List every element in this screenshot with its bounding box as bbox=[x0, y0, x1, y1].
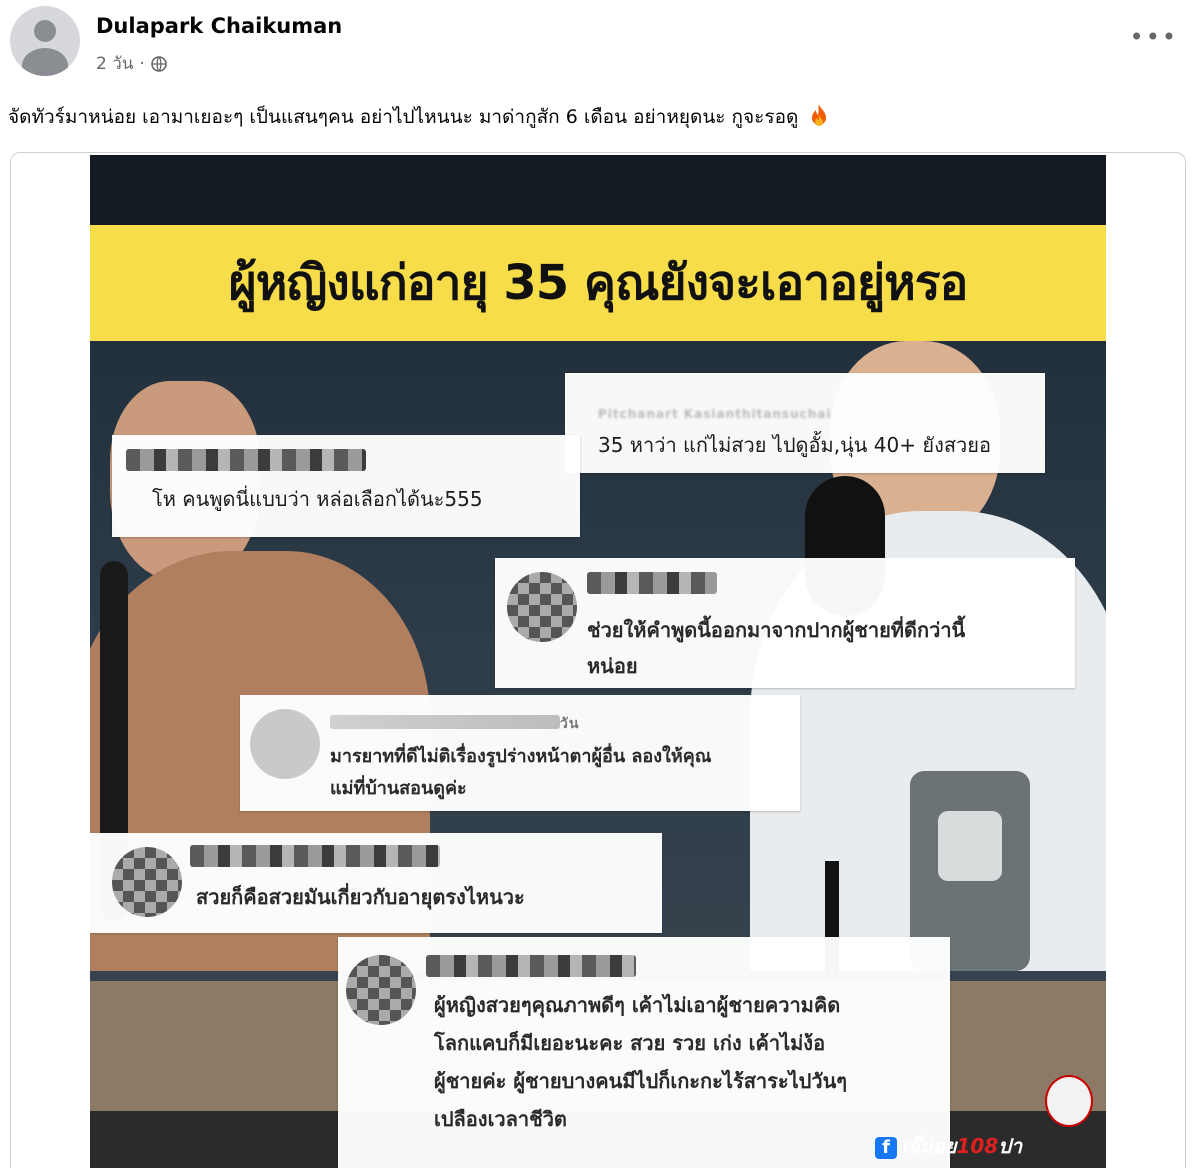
caption-text: จัดทัวร์มาหน่อย เอามาเยอะๆ เป็นแสนๆคน อย… bbox=[8, 106, 799, 128]
author-avatar[interactable] bbox=[10, 6, 80, 76]
meta-separator: · bbox=[139, 53, 145, 74]
watermark-prefix: เจ๊มอย bbox=[901, 1134, 957, 1158]
watermark-number: 108 bbox=[956, 1134, 999, 1158]
comment-card-1: Pitchanart Kasianthitansuchai 35 หาว่า แ… bbox=[565, 373, 1045, 473]
comment-card-5: สวยก็คือสวยมันเกี่ยวกับอายุตรงไหนวะ bbox=[90, 833, 662, 933]
post-image[interactable]: ผู้หญิงแก่อายุ 35 คุณยังจะเอาอยู่หรอ Pit… bbox=[90, 155, 1106, 1168]
comment-1-text: 35 หาว่า แก่ไม่สวย ไปดูอั้ม,นุ่น 40+ ยัง… bbox=[598, 433, 992, 457]
comment-card-6: ผู้หญิงสวยๆคุณภาพดีๆ เค้าไม่เอาผู้ชายควา… bbox=[338, 937, 950, 1168]
post-meta: 2 วัน · bbox=[96, 50, 167, 77]
more-options-icon[interactable]: ••• bbox=[1130, 25, 1178, 49]
comment-4-line-2: แม่ที่บ้านสอนดูค่ะ bbox=[330, 778, 467, 799]
comment-6-line-4: เปลืองเวลาชีวิต bbox=[434, 1107, 567, 1131]
comment-3-line-2: หน่อย bbox=[587, 654, 638, 678]
comment-6-name-blurred bbox=[426, 955, 636, 977]
post-time[interactable]: 2 วัน bbox=[96, 50, 133, 77]
fire-icon bbox=[812, 104, 827, 126]
comment-3-avatar-blurred bbox=[507, 572, 577, 642]
comment-5-text: สวยก็คือสวยมันเกี่ยวกับอายุตรงไหนวะ bbox=[196, 885, 525, 909]
watermark-suffix: ปา bbox=[998, 1134, 1023, 1158]
comment-card-3: ช่วยให้คำพูดนี้ออกมาจากปากผู้ชายที่ดีกว่… bbox=[495, 558, 1075, 688]
globe-icon[interactable] bbox=[150, 55, 167, 72]
post-caption: จัดทัวร์มาหน่อย เอามาเยอะๆ เป็นแสนๆคน อย… bbox=[8, 102, 830, 132]
post-header: Dulapark Chaikuman 2 วัน · ••• bbox=[0, 0, 1200, 90]
comment-6-line-2: โลกแคบก็มีเยอะนะคะ สวย รวย เก่ง เค้าไม่ง… bbox=[434, 1031, 826, 1055]
comment-4-avatar-blurred bbox=[250, 709, 320, 779]
comment-2-name-blurred bbox=[126, 449, 366, 471]
watermark: f เจ๊มอย108ปา bbox=[875, 1130, 1022, 1162]
comment-card-2: โห คนพูดนี่แบบว่า หล่อเลือกได้นะ555 bbox=[112, 435, 580, 537]
watermark-mascot-badge bbox=[1045, 1075, 1093, 1127]
comment-4-time: วัน bbox=[560, 716, 580, 732]
author-name[interactable]: Dulapark Chaikuman bbox=[96, 14, 342, 38]
avatar-body bbox=[22, 48, 68, 76]
camera-lens bbox=[938, 811, 1002, 881]
title-banner: ผู้หญิงแก่อายุ 35 คุณยังจะเอาอยู่หรอ bbox=[90, 225, 1106, 341]
banner-title: ผู้หญิงแก่อายุ 35 คุณยังจะเอาอยู่หรอ bbox=[228, 255, 969, 311]
comment-6-line-1: ผู้หญิงสวยๆคุณภาพดีๆ เค้าไม่เอาผู้ชายควา… bbox=[434, 993, 841, 1017]
comment-4-name-blurred bbox=[330, 715, 560, 729]
avatar-head bbox=[34, 20, 56, 42]
comment-4-line-1: มารยาทที่ดีไม่ติเรื่องรูปร่างหน้าตาผู้อื… bbox=[330, 746, 712, 767]
comment-3-name-blurred bbox=[587, 572, 717, 594]
comment-1-name: Pitchanart Kasianthitansuchai bbox=[598, 407, 832, 421]
comment-6-line-3: ผู้ชายค่ะ ผู้ชายบางคนมีไปก็เกะกะไร้สาระไ… bbox=[434, 1069, 848, 1093]
comment-6-avatar-blurred bbox=[346, 955, 416, 1025]
comment-5-name-blurred bbox=[190, 845, 440, 867]
comment-2-text: โห คนพูดนี่แบบว่า หล่อเลือกได้นะ555 bbox=[152, 487, 483, 511]
image-top-strip bbox=[90, 155, 1106, 225]
comment-3-line-1: ช่วยให้คำพูดนี้ออกมาจากปากผู้ชายที่ดีกว่… bbox=[587, 618, 966, 642]
facebook-icon: f bbox=[875, 1137, 897, 1159]
comment-card-4: วัน มารยาทที่ดีไม่ติเรื่องรูปร่างหน้าตาผ… bbox=[240, 695, 800, 811]
comment-5-avatar-blurred bbox=[112, 847, 182, 917]
